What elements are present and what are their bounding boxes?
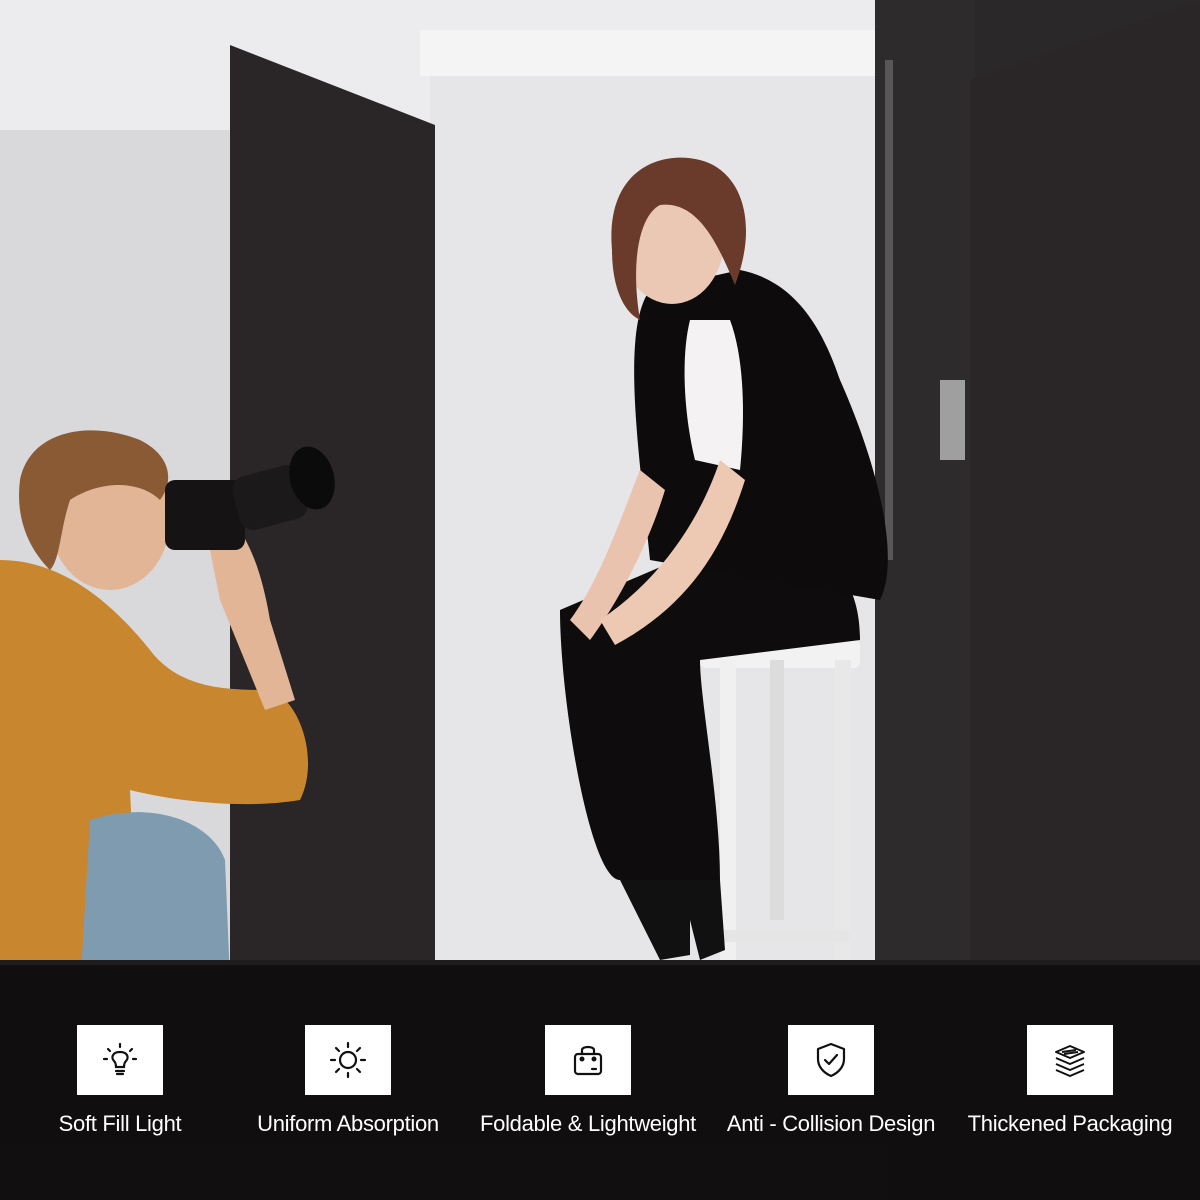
feature-label: Foldable & Lightweight — [480, 1111, 696, 1136]
feature-label: Soft Fill Light — [58, 1111, 182, 1136]
feature-icon-box — [305, 1025, 391, 1095]
sun-icon — [329, 1041, 367, 1079]
feature-label: Anti - Collision Design — [726, 1111, 936, 1136]
feature-uniform-absorption: Uniform Absorption — [228, 1025, 468, 1137]
feature-bar: Soft Fill Light Uniform Absorption Folda… — [0, 965, 1200, 1200]
shield-check-icon — [816, 1042, 846, 1078]
feature-foldable-lightweight: Foldable & Lightweight — [468, 1025, 708, 1137]
feature-icon-box — [1027, 1025, 1113, 1095]
bag-icon — [573, 1045, 603, 1076]
feature-soft-fill-light: Soft Fill Light — [0, 1025, 240, 1137]
feature-anti-collision: Anti - Collision Design — [711, 1025, 951, 1137]
lightbulb-icon — [102, 1042, 138, 1076]
studio-scene: Soft Fill Light Uniform Absorption Folda… — [0, 0, 1200, 1200]
feature-label: Thickened Packaging — [967, 1111, 1173, 1136]
feature-icon-box — [788, 1025, 874, 1095]
feature-thickened-packaging: Thickened Packaging — [950, 1025, 1190, 1137]
backdrop-roll — [420, 30, 890, 76]
layers-icon — [1055, 1045, 1085, 1077]
feature-icon-box — [545, 1025, 631, 1095]
feature-label: Uniform Absorption — [257, 1111, 439, 1136]
feature-icon-box — [77, 1025, 163, 1095]
